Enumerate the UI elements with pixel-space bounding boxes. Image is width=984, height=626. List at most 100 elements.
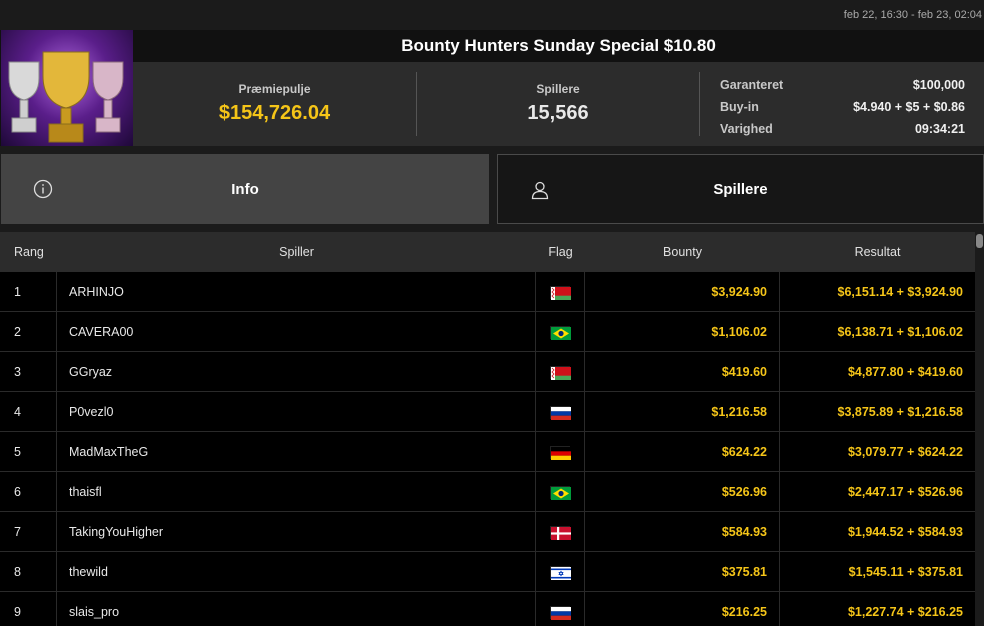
- date-range: feb 22, 16:30 - feb 23, 02:04: [843, 9, 982, 21]
- flag-cell: [536, 592, 585, 626]
- top-bar: feb 22, 16:30 - feb 23, 02:04: [0, 0, 984, 30]
- result-cell: $4,877.80 + $419.60: [847, 365, 963, 379]
- col-result[interactable]: Resultat: [780, 232, 975, 272]
- brazil-flag-icon: [550, 485, 571, 500]
- detail-value: 09:34:21: [914, 122, 965, 136]
- rank-cell: 4: [0, 392, 57, 432]
- rank-cell: 6: [0, 472, 57, 512]
- result-cell: $6,151.14 + $3,924.90: [837, 285, 963, 299]
- table-body: 1 ARHINJO $3,924.90 $6,151.14 + $3,924.90 2 C…: [0, 272, 975, 626]
- scrollbar-thumb[interactable]: [976, 234, 983, 248]
- players-label: Spillere: [536, 82, 580, 96]
- detail-key: Varighed: [720, 122, 773, 136]
- bounty-cell: $1,216.58: [585, 392, 780, 432]
- rank-cell: 9: [0, 592, 57, 626]
- prize-pool-value: $154,726.04: [218, 102, 331, 124]
- result-cell: $6,138.71 + $1,106.02: [837, 325, 963, 339]
- table-row[interactable]: 9 slais_pro $216.25 $1,227.74 + $216.25: [0, 592, 975, 626]
- player-cell: P0vezl0: [57, 392, 536, 432]
- flag-cell: [536, 552, 585, 592]
- detail-value: $100,000: [912, 78, 965, 92]
- scrollbar[interactable]: [975, 232, 984, 626]
- flag-cell: [536, 272, 585, 312]
- player-cell: thewild: [57, 552, 536, 592]
- result-cell: $2,447.17 + $526.96: [847, 485, 963, 499]
- detail-value: $4.940 + $5 + $0.86: [853, 100, 965, 114]
- belarus-flag-icon: [550, 365, 571, 380]
- result-cell: $1,227.74 + $216.25: [847, 605, 963, 619]
- bounty-cell: $216.25: [585, 592, 780, 626]
- table-row[interactable]: 4 P0vezl0 $1,216.58 $3,875.89 + $1,216.58: [0, 392, 975, 432]
- result-cell: $3,079.77 + $624.22: [847, 445, 963, 459]
- col-bounty[interactable]: Bounty: [585, 232, 780, 272]
- player-cell: ARHINJO: [57, 272, 536, 312]
- tab-bar: Info Spillere: [0, 154, 984, 224]
- rank-cell: 5: [0, 432, 57, 472]
- tournament-details: Garanteret $100,000 Buy-in $4.940 + $5 +…: [720, 74, 965, 140]
- detail-duration: Varighed 09:34:21: [720, 118, 965, 140]
- players-stat: Spillere 15,566: [417, 62, 699, 146]
- result-cell: $1,545.11 + $375.81: [848, 565, 963, 579]
- bounty-cell: $584.93: [585, 512, 780, 552]
- col-rank[interactable]: Rang: [0, 232, 57, 272]
- table-row[interactable]: 1 ARHINJO $3,924.90 $6,151.14 + $3,924.90: [0, 272, 975, 312]
- rank-cell: 7: [0, 512, 57, 552]
- flag-cell: [536, 472, 585, 512]
- prize-pool-label: Præmiepulje: [238, 82, 311, 96]
- flag-cell: [536, 432, 585, 472]
- tab-info-label: Info: [231, 180, 259, 198]
- divider: [699, 72, 700, 136]
- rank-cell: 8: [0, 552, 57, 592]
- table-header: Rang Spiller Flag Bounty Resultat: [0, 232, 975, 272]
- rank-cell: 2: [0, 312, 57, 352]
- user-icon: [531, 181, 549, 200]
- table-row[interactable]: 6 thaisfl $526.96 $2,447.17 + $526.96: [0, 472, 975, 512]
- flag-cell: [536, 352, 585, 392]
- tab-players[interactable]: Spillere: [497, 154, 984, 224]
- info-icon: [33, 179, 53, 199]
- stats-bar: Præmiepulje $154,726.04 Spillere 15,566 …: [133, 62, 984, 146]
- detail-key: Garanteret: [720, 78, 784, 92]
- player-cell: GGryaz: [57, 352, 536, 392]
- bounty-cell: $624.22: [585, 432, 780, 472]
- tournament-title: Bounty Hunters Sunday Special $10.80: [401, 36, 716, 55]
- rank-cell: 3: [0, 352, 57, 392]
- bounty-cell: $1,106.02: [585, 312, 780, 352]
- flag-cell: [536, 512, 585, 552]
- detail-guaranteed: Garanteret $100,000: [720, 74, 965, 96]
- bounty-cell: $3,924.90: [585, 272, 780, 312]
- flag-cell: [536, 312, 585, 352]
- table-row[interactable]: 3 GGryaz $419.60 $4,877.80 + $419.60: [0, 352, 975, 392]
- table-row[interactable]: 7 TakingYouHigher $584.93 $1,944.52 + $584.…: [0, 512, 975, 552]
- player-cell: slais_pro: [57, 592, 536, 626]
- flag-cell: [536, 392, 585, 432]
- israel-flag-icon: [550, 565, 571, 580]
- prize-pool-stat: Præmiepulje $154,726.04: [133, 62, 416, 146]
- table-row[interactable]: 8 thewild $375.81 $1,545.11 + $375.81: [0, 552, 975, 592]
- rank-cell: 1: [0, 272, 57, 312]
- tournament-header: Bounty Hunters Sunday Special $10.80 Præ…: [0, 30, 984, 146]
- results-table: Rang Spiller Flag Bounty Resultat 1 ARHIN…: [0, 232, 975, 626]
- tab-info[interactable]: Info: [1, 154, 489, 224]
- result-cell: $3,875.89 + $1,216.58: [837, 405, 963, 419]
- col-player[interactable]: Spiller: [57, 232, 536, 272]
- detail-buyin: Buy-in $4.940 + $5 + $0.86: [720, 96, 965, 118]
- trophy-image: [1, 30, 133, 146]
- player-cell: MadMaxTheG: [57, 432, 536, 472]
- tab-players-label: Spillere: [713, 180, 768, 198]
- player-cell: CAVERA00: [57, 312, 536, 352]
- table-row[interactable]: 5 MadMaxTheG $624.22 $3,079.77 + $624.22: [0, 432, 975, 472]
- result-cell: $1,944.52 + $584.93: [847, 525, 963, 539]
- bounty-cell: $419.60: [585, 352, 780, 392]
- detail-key: Buy-in: [720, 100, 759, 114]
- bounty-cell: $375.81: [585, 552, 780, 592]
- belarus-flag-icon: [550, 285, 571, 300]
- russia-flag-icon: [550, 605, 571, 620]
- col-flag[interactable]: Flag: [536, 232, 585, 272]
- player-cell: TakingYouHigher: [57, 512, 536, 552]
- bounty-cell: $526.96: [585, 472, 780, 512]
- table-row[interactable]: 2 CAVERA00 $1,106.02 $6,138.71 + $1,106.02: [0, 312, 975, 352]
- players-value: 15,566: [527, 102, 589, 124]
- brazil-flag-icon: [550, 325, 571, 340]
- germany-flag-icon: [550, 445, 571, 460]
